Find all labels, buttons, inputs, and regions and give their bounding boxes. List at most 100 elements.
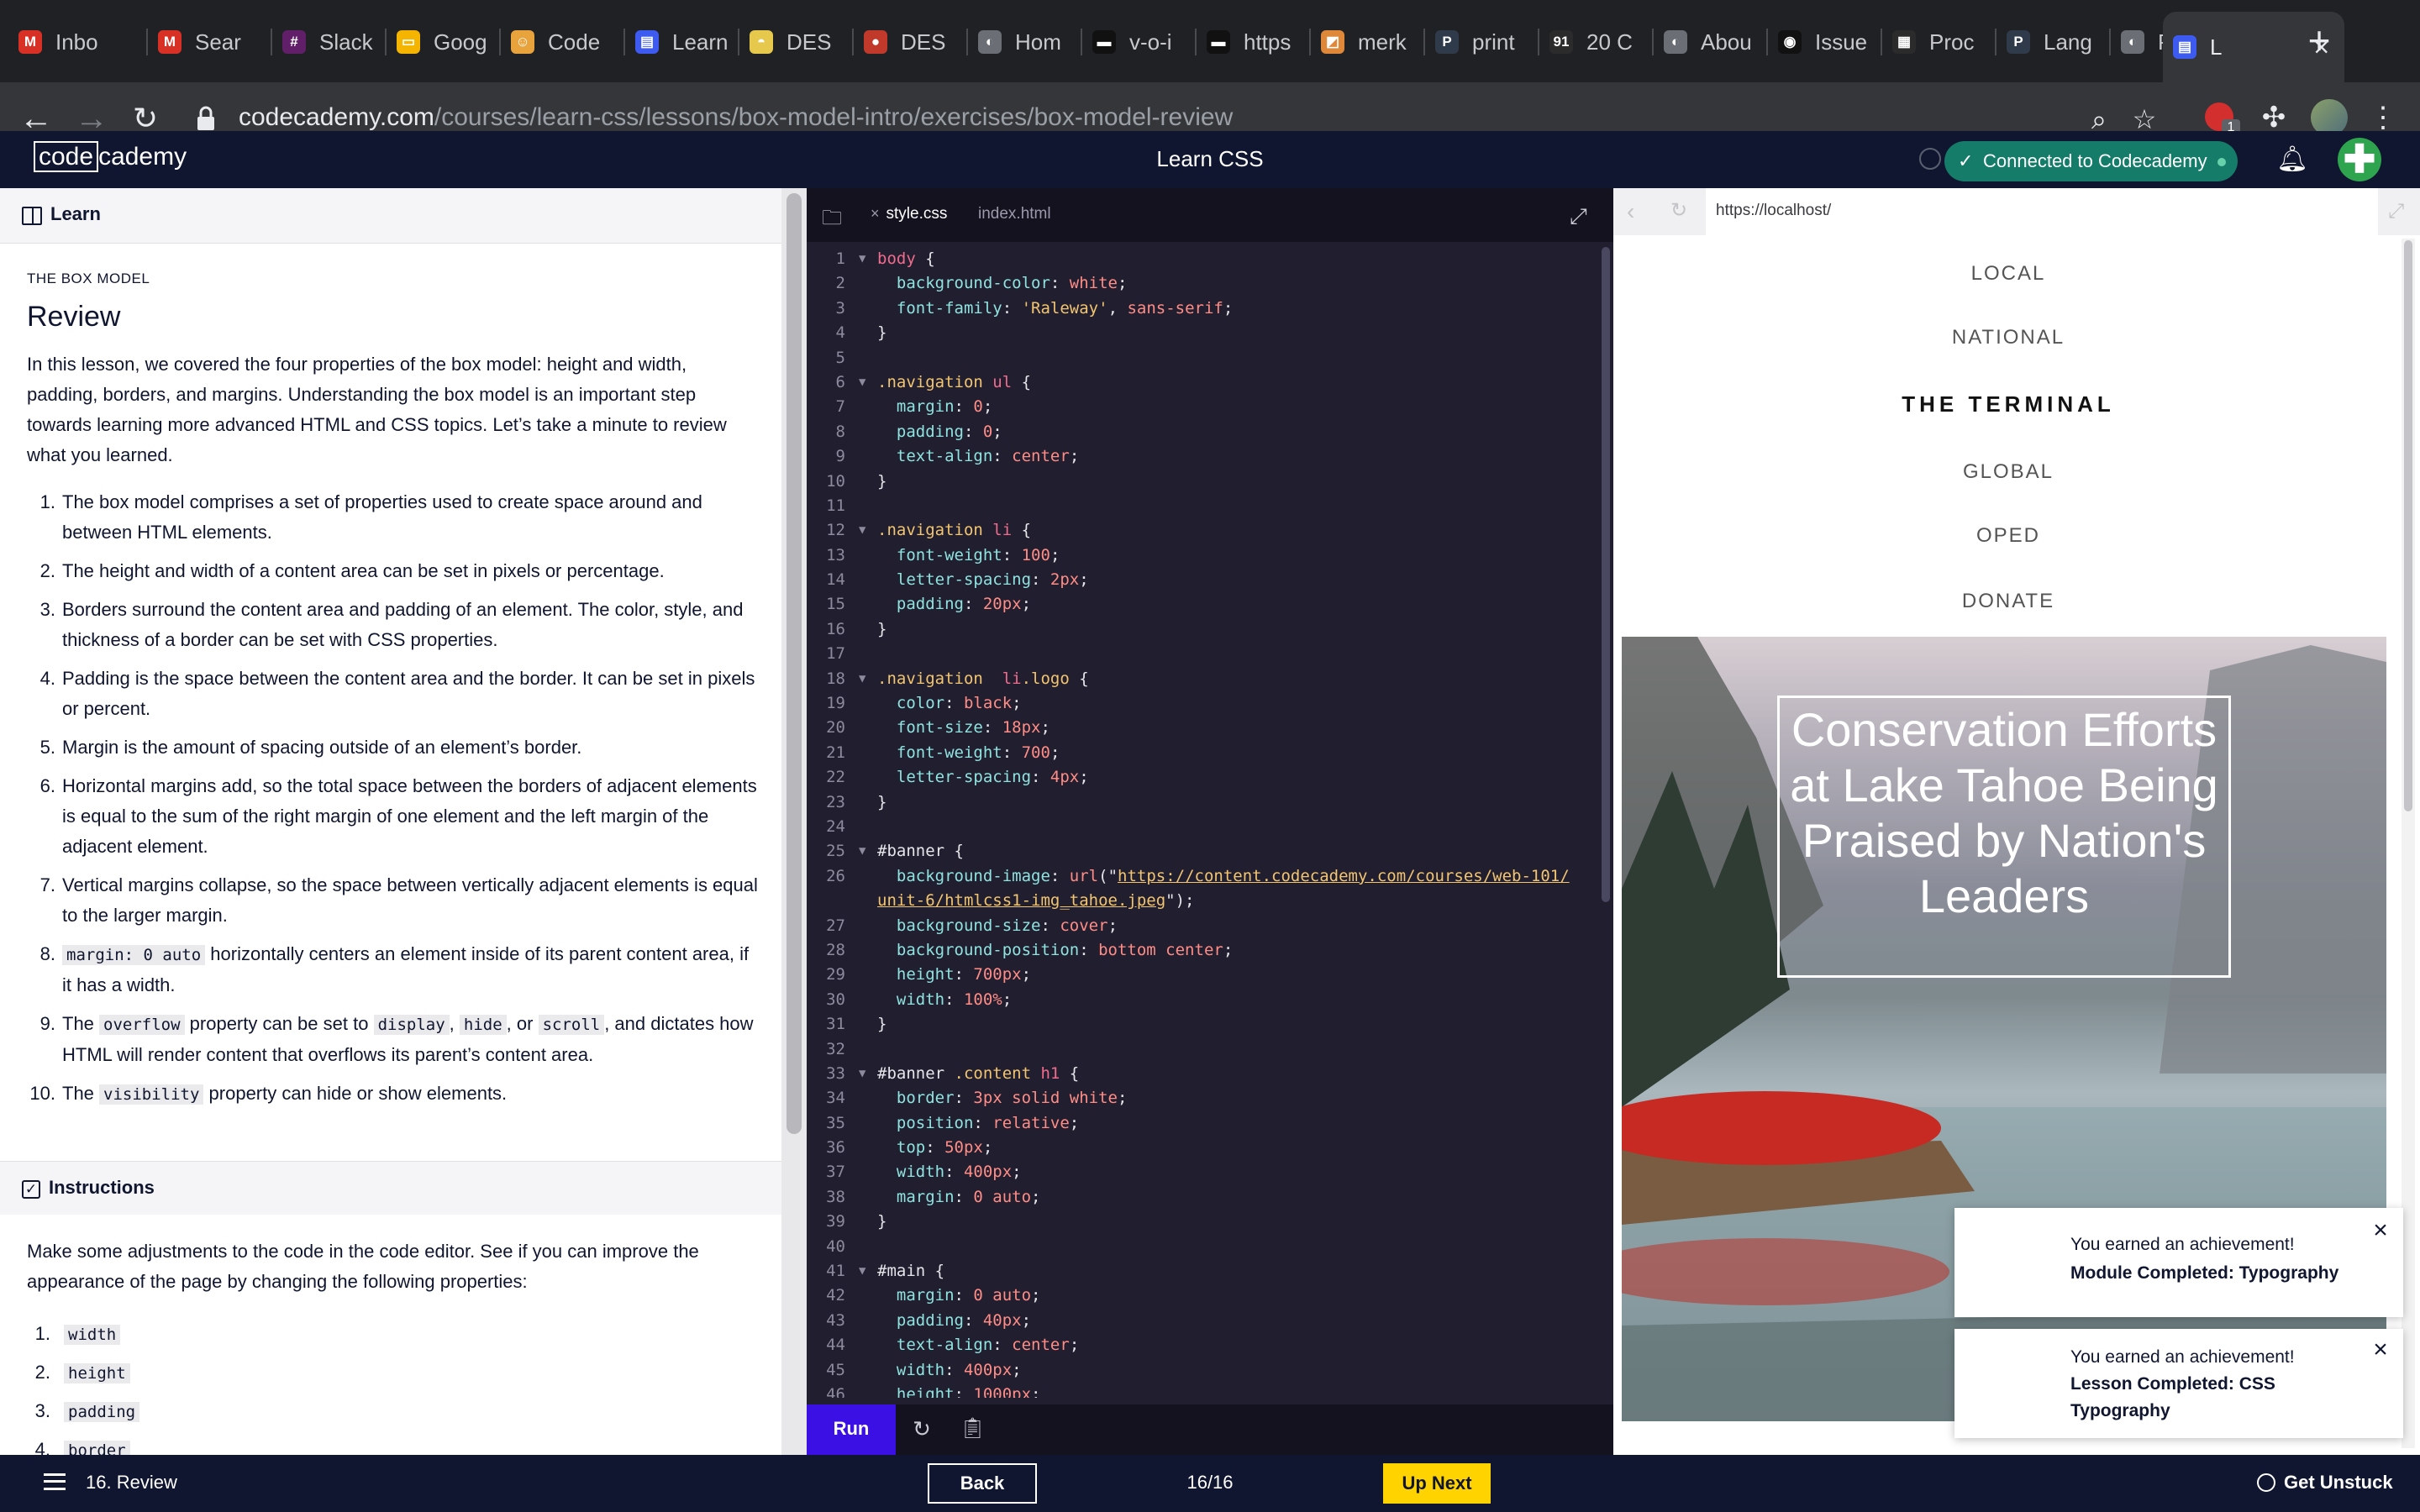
codecademy-logo[interactable]: code cademy bbox=[34, 141, 187, 172]
notion-icon: P bbox=[1435, 30, 1459, 54]
zoom-icon[interactable]: ⌕ bbox=[2084, 104, 2114, 134]
browser-tab[interactable]: ◉ Issue bbox=[1768, 13, 1882, 71]
browser-tab[interactable]: ◓ DES bbox=[739, 13, 854, 71]
code-text: font-family: 'Raleway', sans-serif; bbox=[877, 297, 1233, 321]
fold-arrow-icon[interactable]: ▼ bbox=[859, 667, 865, 691]
preview-url-text: https://localhost/ bbox=[1716, 202, 1832, 219]
tab-title: 20 C bbox=[1586, 29, 1633, 55]
fold-arrow-icon[interactable]: ▼ bbox=[859, 518, 865, 543]
get-unstuck-button[interactable]: Get Unstuck bbox=[2257, 1472, 2393, 1494]
nav-link[interactable]: LOCAL bbox=[1613, 262, 2403, 286]
nav-link[interactable]: NATIONAL bbox=[1613, 326, 2403, 349]
expand-icon[interactable]: ⤢ bbox=[1570, 203, 1595, 228]
item-text: , bbox=[449, 1013, 460, 1034]
code-token: : bbox=[944, 990, 964, 1009]
tab-index-html[interactable]: index.html bbox=[978, 205, 1051, 223]
browser-tab[interactable]: Pprint bbox=[1425, 13, 1539, 71]
editor-scrollbar[interactable] bbox=[1602, 247, 1610, 902]
fold-arrow-icon[interactable]: ▼ bbox=[859, 1062, 865, 1086]
fold-arrow-icon[interactable]: ▼ bbox=[859, 839, 865, 864]
preview-url-bar[interactable]: https://localhost/ bbox=[1706, 188, 2378, 235]
code-token: 700 bbox=[1021, 743, 1050, 762]
tab-title: Inbo bbox=[55, 29, 98, 55]
scrollbar-thumb[interactable] bbox=[786, 193, 802, 1134]
scrollbar-thumb[interactable] bbox=[2404, 240, 2412, 811]
tab-style-css[interactable]: × style.css bbox=[871, 205, 947, 223]
up-next-button[interactable]: Up Next bbox=[1383, 1463, 1491, 1504]
browser-tab[interactable]: ◩ merk bbox=[1311, 13, 1425, 71]
nav-link[interactable]: GLOBAL bbox=[1613, 460, 2403, 484]
tab-title: Issue bbox=[1815, 29, 1868, 55]
code-token: width bbox=[877, 1360, 945, 1379]
clipboard-icon[interactable]: 📋︎ bbox=[960, 1416, 985, 1441]
line-number: 36 bbox=[826, 1138, 845, 1158]
fold-arrow-icon[interactable]: ▼ bbox=[859, 370, 865, 395]
lesson-scrollbar[interactable] bbox=[781, 188, 807, 1455]
tab-label: style.css bbox=[886, 205, 948, 223]
toast-title: You earned an achievement! bbox=[2070, 1235, 2295, 1254]
line-number: 46 bbox=[826, 1384, 845, 1398]
new-tab-button[interactable]: + bbox=[2296, 18, 2343, 66]
line-number: 25 bbox=[826, 842, 845, 861]
fold-arrow-icon[interactable]: ▼ bbox=[859, 1259, 865, 1284]
preview-reload-icon[interactable]: ↻ bbox=[1670, 198, 1694, 223]
browser-tab[interactable]: ● DES bbox=[854, 13, 968, 71]
run-button[interactable]: Run bbox=[807, 1404, 896, 1455]
line-number: 26 bbox=[826, 866, 845, 885]
item-number: 5. bbox=[39, 737, 55, 758]
code-token: font-weight bbox=[877, 743, 1002, 762]
browser-tab[interactable]: M Sear bbox=[148, 13, 272, 71]
line-number: 42 bbox=[826, 1286, 845, 1305]
code-token: url bbox=[1069, 866, 1099, 885]
back-button[interactable]: Back bbox=[928, 1463, 1037, 1504]
bell-icon[interactable]: 🔔︎ bbox=[2275, 143, 2309, 176]
browser-tab[interactable]: ▬ v-o-i bbox=[1082, 13, 1197, 71]
code-text: top: 50px; bbox=[877, 1136, 992, 1160]
preview-expand-icon[interactable]: ⤢ bbox=[2388, 200, 2410, 223]
lifebuoy-icon bbox=[2257, 1473, 2275, 1492]
code-token: 0 bbox=[982, 422, 993, 441]
browser-tab[interactable]: ▬ https bbox=[1197, 13, 1311, 71]
code-text: margin: 0; bbox=[877, 395, 992, 419]
browser-tab[interactable]: ▭ Goog bbox=[387, 13, 501, 71]
browser-tab[interactable]: M Inbo bbox=[8, 13, 148, 71]
code-token: height bbox=[877, 965, 955, 984]
close-icon[interactable]: × bbox=[2368, 1218, 2393, 1243]
close-icon[interactable]: × bbox=[2368, 1337, 2393, 1362]
lesson-heading: Review bbox=[27, 301, 121, 333]
code-token: ; bbox=[1069, 1113, 1080, 1132]
code-token: background-color bbox=[877, 274, 1050, 293]
browser-tab[interactable]: ◐ Hom bbox=[968, 13, 1082, 71]
browser-tab[interactable]: ◐ Abou bbox=[1654, 13, 1768, 71]
code-area[interactable]: 1 ▼ body {2 background-color: white; 3 font… bbox=[807, 247, 1597, 1398]
folder-icon[interactable]: 🗀︎ bbox=[822, 203, 844, 229]
code-text: text-align: center; bbox=[877, 444, 1079, 469]
line-number: 13 bbox=[826, 545, 845, 564]
code-token: ; bbox=[1040, 718, 1050, 738]
preview-scrollbar[interactable] bbox=[2402, 239, 2415, 1448]
preview-back-icon[interactable]: ‹ bbox=[1627, 198, 1650, 224]
browser-tab[interactable]: 91 20 C bbox=[1539, 13, 1654, 71]
instructions-header[interactable]: ✓ Instructions bbox=[0, 1161, 781, 1215]
fold-arrow-icon[interactable]: ▼ bbox=[859, 247, 865, 271]
bookmark-star-icon[interactable]: ☆ bbox=[2129, 104, 2160, 134]
browser-tab[interactable]: ▤ Learn bbox=[625, 13, 739, 71]
code-token: : bbox=[954, 397, 974, 417]
browser-tab[interactable]: ▦ Proc bbox=[1882, 13, 1996, 71]
tab-title: Slack bbox=[319, 29, 373, 55]
nav-link[interactable]: DONATE bbox=[1613, 590, 2403, 613]
inline-code: margin: 0 auto bbox=[62, 945, 206, 965]
url-text[interactable]: codecademy.com/courses/learn-css/lessons… bbox=[239, 103, 1233, 132]
tab-title: Sear bbox=[195, 29, 241, 55]
nav-link[interactable]: OPED bbox=[1613, 524, 2403, 548]
browser-tab[interactable]: ☺ Code bbox=[501, 13, 625, 71]
code-token: 2px bbox=[1050, 570, 1080, 590]
user-avatar[interactable]: ✚ bbox=[2338, 138, 2381, 181]
reset-icon[interactable]: ↻ bbox=[909, 1416, 934, 1441]
exercise-name[interactable]: 16. Review bbox=[86, 1472, 177, 1494]
browser-tab[interactable]: P Lang bbox=[1996, 13, 2111, 71]
site-logo[interactable]: THE TERMINAL bbox=[1613, 391, 2403, 417]
close-icon[interactable]: × bbox=[871, 205, 880, 222]
hamburger-menu-icon[interactable] bbox=[44, 1473, 66, 1490]
browser-tab[interactable]: # Slack bbox=[272, 13, 387, 71]
